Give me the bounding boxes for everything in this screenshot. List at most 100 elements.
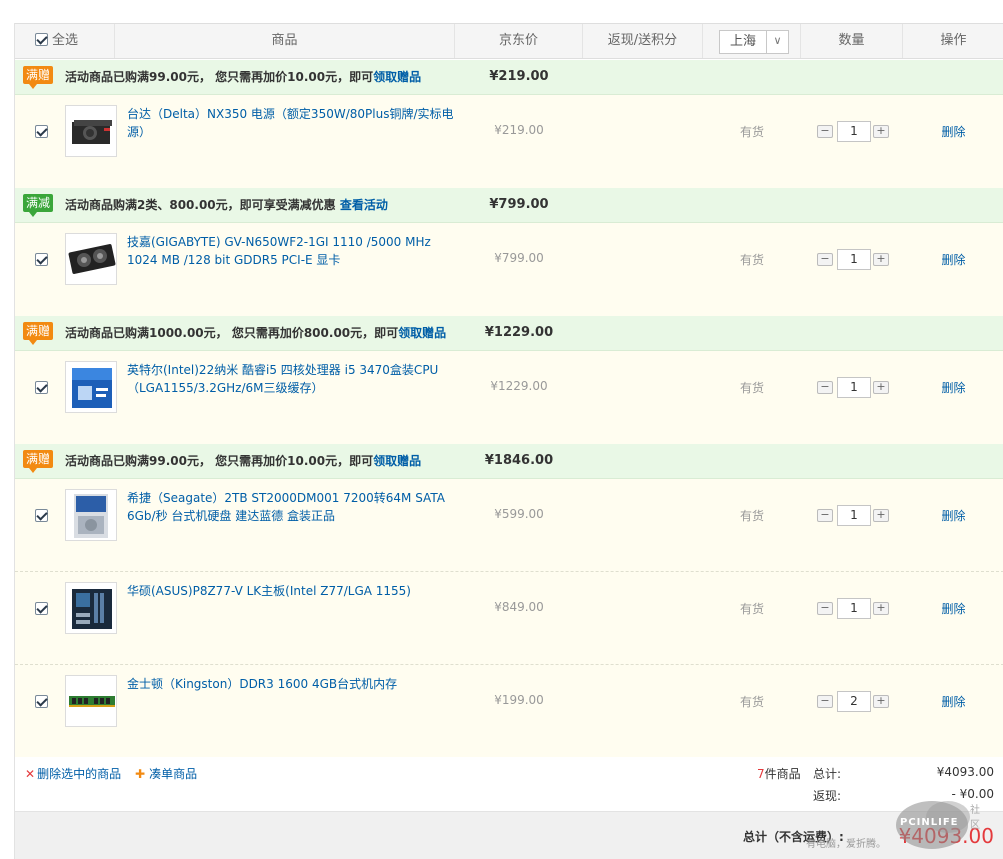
cart-footer: ✕ 删除选中的商品 ✚ 凑单商品 7件商品 总计: ¥4093.00 返现: - ¥… (15, 757, 1003, 809)
product-thumbnail[interactable] (65, 582, 117, 634)
plus-icon: ✚ (135, 767, 146, 781)
delete-link[interactable]: 删除 (903, 251, 1003, 268)
promo-bar: 满减 活动商品购满2类、800.00元，即可享受满减优惠 查看活动 ¥799.0… (15, 188, 1003, 223)
delete-link[interactable]: 删除 (903, 379, 1003, 396)
increase-button[interactable]: + (873, 602, 889, 615)
close-icon: ✕ (25, 767, 36, 781)
product-name[interactable]: 技嘉(GIGABYTE) GV-N650WF2-1GI 1110 /5000 M… (127, 233, 457, 269)
decrease-button[interactable]: − (817, 253, 833, 266)
product-thumbnail[interactable] (65, 105, 117, 157)
promo-link[interactable]: 查看活动 (340, 198, 388, 212)
stock-status: 有货 (739, 125, 764, 139)
product-name[interactable]: 金士顿（Kingston）DDR3 1600 4GB台式机内存 (127, 675, 457, 693)
col-quantity: 数量 (801, 24, 903, 58)
promo-tag-gift: 满赠 (23, 322, 54, 345)
increase-button[interactable]: + (873, 253, 889, 266)
decrease-button[interactable]: − (817, 509, 833, 522)
promo-total: ¥799.00 (489, 197, 549, 212)
chevron-down-icon[interactable]: ∨ (766, 31, 788, 53)
product-thumbnail[interactable] (65, 361, 117, 413)
quantity-input[interactable]: 1 (837, 598, 871, 619)
delete-link[interactable]: 删除 (903, 693, 1003, 710)
increase-button[interactable]: + (873, 509, 889, 522)
item-checkbox[interactable] (35, 602, 48, 615)
region-value: 上海 (730, 34, 757, 49)
quantity-input[interactable]: 2 (837, 691, 871, 712)
promo-tag-discount: 满减 (23, 194, 54, 217)
quantity-stepper: − 2 + (817, 691, 897, 713)
promo-link[interactable]: 领取赠品 (373, 70, 421, 84)
delete-link[interactable]: 删除 (903, 507, 1003, 524)
product-name[interactable]: 英特尔(Intel)22纳米 酷睿i5 四核处理器 i5 3470盒装CPU（L… (127, 361, 457, 397)
product-name[interactable]: 希捷（Seagate）2TB ST2000DM001 7200转64M SATA… (127, 489, 457, 525)
cart-item: 金士顿（Kingston）DDR3 1600 4GB台式机内存 ¥199.00 … (15, 665, 1003, 758)
product-price: ¥1229.00 (490, 379, 548, 393)
select-all-cell[interactable]: 全选 (15, 24, 115, 58)
promo-bar: 满赠 活动商品已购满99.00元， 您只需再加价10.00元，即可领取赠品 ¥2… (15, 60, 1003, 95)
item-checkbox[interactable] (35, 125, 48, 138)
bundle-link[interactable]: ✚ 凑单商品 (135, 765, 197, 782)
total-label: 总计: (813, 767, 842, 781)
promo-text: 活动商品已购满99.00元， 您只需再加价10.00元，即可领取赠品 (65, 70, 422, 84)
product-name[interactable]: 台达（Delta）NX350 电源（额定350W/80Plus铜牌/实标电源） (127, 105, 457, 141)
decrease-button[interactable]: − (817, 602, 833, 615)
col-price: 京东价 (455, 24, 583, 58)
decrease-button[interactable]: − (817, 695, 833, 708)
decrease-button[interactable]: − (817, 381, 833, 394)
col-goods: 商品 (115, 24, 455, 58)
stock-status: 有货 (739, 253, 764, 267)
select-all-label[interactable]: 全选 (52, 33, 78, 48)
item-checkbox[interactable] (35, 381, 48, 394)
promo-total: ¥219.00 (489, 69, 549, 84)
cart-item: 希捷（Seagate）2TB ST2000DM001 7200转64M SATA… (15, 479, 1003, 572)
cart-item: 华硕(ASUS)P8Z77-V LK主板(Intel Z77/LGA 1155)… (15, 572, 1003, 665)
item-checkbox[interactable] (35, 509, 48, 522)
rebate-value: - ¥0.00 (951, 787, 995, 801)
promo-link[interactable]: 领取赠品 (398, 326, 446, 340)
item-checkbox[interactable] (35, 253, 48, 266)
quantity-input[interactable]: 1 (837, 249, 871, 270)
promo-link[interactable]: 领取赠品 (373, 454, 421, 468)
product-price: ¥799.00 (494, 251, 544, 265)
product-price: ¥219.00 (494, 123, 544, 137)
promo-text: 活动商品购满2类、800.00元，即可享受满减优惠 查看活动 (65, 198, 388, 212)
cart-item: 台达（Delta）NX350 电源（额定350W/80Plus铜牌/实标电源） … (15, 95, 1003, 188)
grand-total-value: ¥4093.00 (898, 824, 994, 848)
increase-button[interactable]: + (873, 381, 889, 394)
promo-text: 活动商品已购满99.00元， 您只需再加价10.00元，即可领取赠品 (65, 454, 422, 468)
quantity-input[interactable]: 1 (837, 377, 871, 398)
delete-selected-link[interactable]: ✕ 删除选中的商品 (25, 765, 121, 782)
quantity-input[interactable]: 1 (837, 505, 871, 526)
quantity-stepper: − 1 + (817, 505, 897, 527)
stock-status: 有货 (739, 695, 764, 709)
promo-tag-gift: 满赠 (23, 66, 54, 89)
stock-status: 有货 (739, 602, 764, 616)
promo-total: ¥1229.00 (484, 325, 554, 340)
total-value: ¥4093.00 (936, 765, 994, 779)
quantity-stepper: − 1 + (817, 377, 897, 399)
grand-total-label: 总计（不含运费）: (743, 830, 844, 844)
cart-header: 全选 商品 京东价 返现/送积分 上海 ∨ 数量 操作 (15, 23, 1003, 59)
decrease-button[interactable]: − (817, 125, 833, 138)
quantity-stepper: − 1 + (817, 249, 897, 271)
delete-link[interactable]: 删除 (903, 123, 1003, 140)
product-thumbnail[interactable] (65, 675, 117, 727)
item-checkbox[interactable] (35, 695, 48, 708)
product-thumbnail[interactable] (65, 233, 117, 285)
cart-item: 技嘉(GIGABYTE) GV-N650WF2-1GI 1110 /5000 M… (15, 223, 1003, 316)
cart-item: 英特尔(Intel)22纳米 酷睿i5 四核处理器 i5 3470盒装CPU（L… (15, 351, 1003, 444)
stock-status: 有货 (739, 509, 764, 523)
increase-button[interactable]: + (873, 125, 889, 138)
quantity-input[interactable]: 1 (837, 121, 871, 142)
region-select[interactable]: 上海 ∨ (719, 30, 789, 54)
quantity-stepper: − 1 + (817, 121, 897, 143)
delete-link[interactable]: 删除 (903, 600, 1003, 617)
col-operation: 操作 (940, 33, 967, 48)
promo-text: 活动商品已购满1000.00元， 您只需再加价800.00元，即可领取赠品 (65, 326, 447, 340)
grand-total-bar: 总计（不含运费）: ¥4093.00 (15, 811, 1003, 859)
promo-bar: 满赠 活动商品已购满99.00元， 您只需再加价10.00元，即可领取赠品 ¥1… (15, 444, 1003, 479)
product-thumbnail[interactable] (65, 489, 117, 541)
increase-button[interactable]: + (873, 695, 889, 708)
select-all-checkbox[interactable] (35, 33, 48, 46)
product-name[interactable]: 华硕(ASUS)P8Z77-V LK主板(Intel Z77/LGA 1155) (127, 582, 457, 600)
